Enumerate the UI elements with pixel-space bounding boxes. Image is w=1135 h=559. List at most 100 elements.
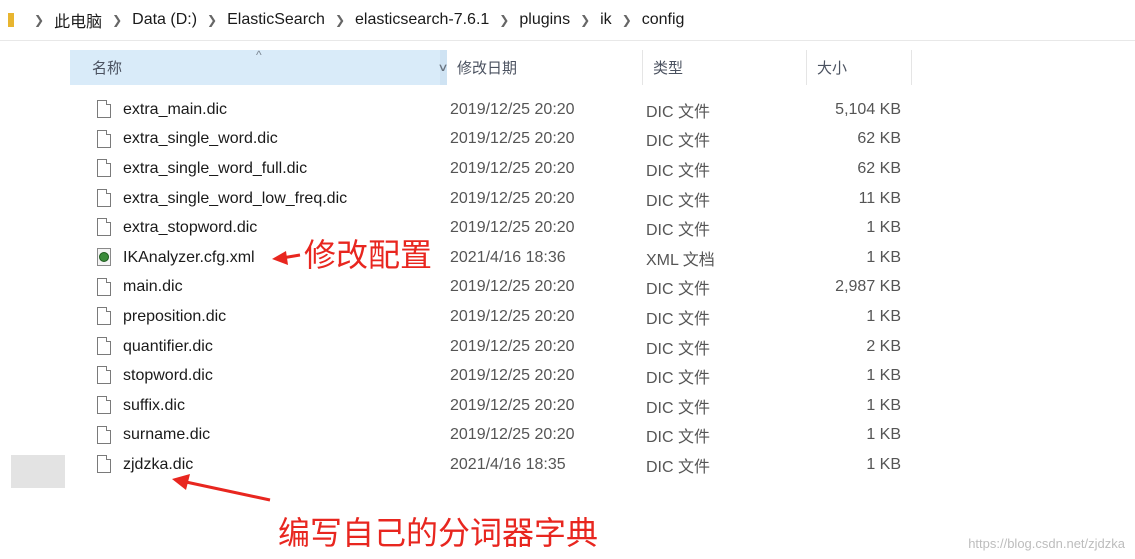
file-icon	[97, 395, 113, 416]
file-row[interactable]: zjdzka.dic 2021/4/16 18:35 DIC 文件 1 KB	[0, 450, 1135, 480]
chevron-right-icon[interactable]: ❯	[34, 13, 44, 27]
file-size: 1 KB	[866, 426, 901, 444]
breadcrumb: ❯ 此电脑 ❯ Data (D:) ❯ ElasticSearch ❯ elas…	[0, 0, 1135, 41]
file-size: 62 KB	[857, 159, 901, 177]
file-name: suffix.dic	[123, 396, 185, 414]
file-explorer-window: ❯ 此电脑 ❯ Data (D:) ❯ ElasticSearch ❯ elas…	[0, 0, 1135, 559]
file-date-modified: 2019/12/25 20:20	[450, 307, 575, 325]
chevron-down-icon: ∨	[437, 62, 450, 74]
file-row[interactable]: extra_single_word_low_freq.dic 2019/12/25…	[0, 184, 1135, 214]
file-date-modified: 2019/12/25 20:20	[450, 426, 575, 444]
file-size: 1 KB	[866, 219, 901, 237]
breadcrumb-item-elasticsearch-version[interactable]: elasticsearch-7.6.1	[355, 11, 489, 29]
file-size: 1 KB	[866, 367, 901, 385]
file-name: zjdzka.dic	[123, 455, 194, 473]
chevron-right-icon[interactable]: ❯	[112, 13, 122, 27]
file-row[interactable]: main.dic 2019/12/25 20:20 DIC 文件 2,987 KB	[0, 273, 1135, 303]
file-date-modified: 2019/12/25 20:20	[450, 367, 575, 385]
file-icon	[97, 218, 113, 238]
breadcrumb-item-drive-d[interactable]: Data (D:)	[132, 11, 197, 29]
file-type: DIC 文件	[646, 222, 711, 240]
file-icon	[97, 336, 113, 357]
column-header-type-label: 类型	[653, 60, 684, 77]
chevron-right-icon[interactable]: ❯	[499, 13, 509, 27]
file-date-modified: 2019/12/25 20:20	[450, 189, 575, 207]
column-dropdown-button[interactable]: ∨	[437, 50, 450, 85]
file-icon	[97, 455, 113, 475]
file-type: DIC 文件	[646, 399, 711, 417]
file-row[interactable]: surname.dic 2019/12/25 20:20 DIC 文件 1 KB	[0, 421, 1135, 451]
breadcrumb-item-plugins[interactable]: plugins	[519, 11, 570, 29]
file-name: preposition.dic	[123, 307, 227, 325]
file-type: DIC 文件	[646, 162, 711, 180]
file-type: DIC 文件	[646, 429, 711, 447]
xml-file-icon	[97, 247, 113, 268]
column-header-size[interactable]: 大小	[807, 50, 912, 85]
file-icon	[97, 366, 113, 386]
file-date-modified: 2019/12/25 20:20	[450, 219, 575, 237]
file-type: DIC 文件	[646, 281, 711, 299]
file-row[interactable]: preposition.dic 2019/12/25 20:20 DIC 文件 1 K…	[0, 302, 1135, 332]
file-name: extra_single_word_low_freq.dic	[123, 189, 348, 207]
file-row[interactable]: extra_single_word_full.dic 2019/12/25 20:…	[0, 154, 1135, 184]
file-row[interactable]: suffix.dic 2019/12/25 20:20 DIC 文件 1 KB	[0, 391, 1135, 421]
breadcrumb-item-this-pc[interactable]: 此电脑	[54, 8, 102, 32]
file-name: extra_main.dic	[123, 100, 228, 118]
chevron-right-icon[interactable]: ❯	[335, 13, 345, 27]
watermark: https://blog.csdn.net/zjdzka	[968, 536, 1125, 551]
column-header-type[interactable]: 类型	[643, 50, 807, 85]
file-size: 1 KB	[866, 307, 901, 325]
file-row[interactable]: stopword.dic 2019/12/25 20:20 DIC 文件 1 KB	[0, 361, 1135, 391]
file-row[interactable]: extra_single_word.dic 2019/12/25 20:20 DIC…	[0, 125, 1135, 155]
column-header-row: ^ 名称 ∨ 修改日期 类型 大小	[70, 48, 912, 85]
file-type: DIC 文件	[646, 370, 711, 388]
file-icon	[97, 307, 113, 327]
file-type: DIC 文件	[646, 310, 711, 328]
file-row[interactable]: extra_stopword.dic 2019/12/25 20:20 DIC 文件…	[0, 213, 1135, 243]
file-date-modified: 2019/12/25 20:20	[450, 100, 575, 118]
chevron-right-icon[interactable]: ❯	[622, 13, 632, 27]
file-type: DIC 文件	[646, 103, 711, 121]
file-icon	[97, 159, 113, 179]
column-header-name-label: 名称	[92, 60, 123, 77]
file-name: extra_single_word_full.dic	[123, 159, 308, 177]
file-icon	[97, 425, 113, 446]
file-size: 62 KB	[857, 130, 901, 148]
file-row[interactable]: quantifier.dic 2019/12/25 20:20 DIC 文件 2 KB	[0, 332, 1135, 362]
file-size: 11 KB	[858, 189, 901, 207]
breadcrumb-item-config[interactable]: config	[642, 11, 685, 29]
file-date-modified: 2021/4/16 18:36	[450, 248, 566, 266]
file-size: 2,987 KB	[835, 278, 901, 296]
file-size: 5,104 KB	[835, 100, 901, 118]
folder-icon	[8, 13, 14, 27]
file-name: extra_single_word.dic	[123, 130, 278, 148]
file-list: extra_main.dic 2019/12/25 20:20 DIC 文件 5,10…	[0, 95, 1135, 480]
file-date-modified: 2019/12/25 20:20	[450, 130, 575, 148]
file-type: DIC 文件	[646, 340, 711, 358]
file-row[interactable]: extra_main.dic 2019/12/25 20:20 DIC 文件 5,10…	[0, 95, 1135, 125]
file-type: XML 文档	[646, 251, 715, 269]
file-icon	[97, 100, 113, 120]
file-name: surname.dic	[123, 426, 211, 444]
chevron-right-icon[interactable]: ❯	[580, 13, 590, 27]
file-size: 1 KB	[866, 396, 901, 414]
annotation-modify-config: 修改配置	[304, 237, 433, 273]
file-type: DIC 文件	[646, 133, 711, 151]
nav-pane-selected-item[interactable]	[11, 455, 65, 488]
file-icon	[97, 129, 113, 150]
file-size: 1 KB	[866, 455, 901, 473]
breadcrumb-item-ik[interactable]: ik	[600, 11, 612, 29]
file-type: DIC 文件	[646, 458, 711, 476]
column-header-name[interactable]: ^ 名称	[70, 48, 440, 85]
file-icon	[97, 277, 113, 298]
file-name: main.dic	[123, 278, 183, 296]
breadcrumb-item-elasticsearch[interactable]: ElasticSearch	[227, 11, 325, 29]
file-date-modified: 2019/12/25 20:20	[450, 278, 575, 296]
file-name: stopword.dic	[123, 367, 213, 385]
file-date-modified: 2019/12/25 20:20	[450, 396, 575, 414]
chevron-right-icon[interactable]: ❯	[207, 13, 217, 27]
file-type: DIC 文件	[646, 192, 711, 210]
file-name: extra_stopword.dic	[123, 219, 258, 237]
file-row[interactable]: IKAnalyzer.cfg.xml 2021/4/16 18:36 XML 文档 1…	[0, 243, 1135, 273]
column-header-date[interactable]: 修改日期	[447, 50, 643, 85]
